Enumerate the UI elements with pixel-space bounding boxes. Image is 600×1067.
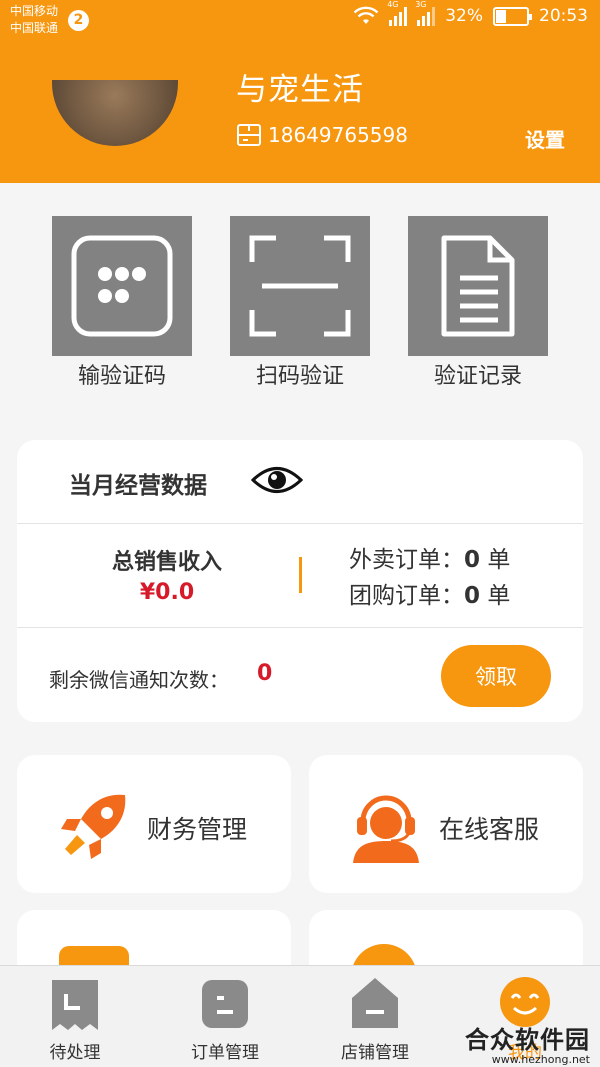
tab-pending[interactable]: 待处理 <box>0 966 150 1067</box>
wechat-notify-count: 0 <box>257 661 273 686</box>
claim-button[interactable]: 领取 <box>441 645 551 707</box>
store-icon <box>352 978 398 1028</box>
total-sales-label: 总销售收入 <box>111 550 222 575</box>
document-icon <box>441 235 515 337</box>
group-unit: 单 <box>487 583 511 609</box>
phone-row: 18649765598 <box>236 122 408 148</box>
online-service-card[interactable]: 在线客服 <box>309 755 583 893</box>
takeout-orders: 外卖订单：0 单 <box>349 542 510 578</box>
headset-agent-icon <box>353 795 419 863</box>
takeout-unit: 单 <box>487 547 511 573</box>
status-icons: 4G 3G 32% 20:53 <box>353 0 588 26</box>
carrier-2: 中国联通 <box>10 21 59 35</box>
wifi-icon <box>353 6 379 24</box>
scan-tile <box>230 216 370 356</box>
tab-label: 店铺管理 <box>341 1043 409 1063</box>
watermark-name: 合众软件园 <box>465 1026 590 1054</box>
monthly-title: 当月经营数据 <box>69 473 207 499</box>
carrier-1: 中国移动 <box>10 4 59 18</box>
keypad-icon <box>71 235 173 337</box>
eye-icon[interactable] <box>251 463 303 497</box>
separator-bar <box>299 557 302 593</box>
action-label: 扫码验证 <box>255 364 344 389</box>
header: 中国移动 中国联通 2 4G 3G 32% 20:53 与宠生活 1864976… <box>0 0 600 183</box>
settings-link[interactable]: 设置 <box>525 124 565 153</box>
group-count: 0 <box>464 583 481 609</box>
wechat-notify-label: 剩余微信通知次数： <box>49 668 229 692</box>
order-counts: 外卖订单：0 单 团购订单：0 单 <box>349 542 510 614</box>
order-icon <box>202 980 248 1028</box>
total-sales-value: ¥0.0 <box>139 580 195 605</box>
avatar[interactable] <box>52 80 178 146</box>
battery-icon <box>493 6 532 26</box>
action-scan-verify[interactable]: 扫码验证 <box>230 216 370 390</box>
rocket-icon <box>61 794 126 859</box>
takeout-label: 外卖订单： <box>349 547 464 573</box>
tab-store[interactable]: 店铺管理 <box>300 966 450 1067</box>
signal-2-group: 3G <box>415 0 436 26</box>
tab-label: 订单管理 <box>191 1043 259 1063</box>
action-label: 输验证码 <box>77 364 166 389</box>
phone-icon <box>237 124 261 146</box>
tab-label: 待处理 <box>49 1043 101 1063</box>
quick-actions: 输验证码 扫码验证 验证记录 <box>0 216 600 396</box>
battery-percent: 32% <box>445 6 483 26</box>
watermark: 合众软件园 www.hezhong.net <box>465 1020 590 1066</box>
carrier-info: 中国移动 中国联通 <box>10 3 58 37</box>
finance-label: 财务管理 <box>147 815 248 844</box>
signal-icon <box>389 6 408 26</box>
action-input-code[interactable]: 输验证码 <box>52 216 192 390</box>
divider <box>17 627 583 628</box>
scan-icon <box>249 235 351 337</box>
takeout-count: 0 <box>464 547 481 573</box>
group-label: 团购订单： <box>349 583 464 609</box>
action-verify-records[interactable]: 验证记录 <box>408 216 548 390</box>
keypad-tile <box>52 216 192 356</box>
signal-icon <box>417 6 436 26</box>
records-tile <box>408 216 548 356</box>
notification-badge: 2 <box>68 10 89 31</box>
action-label: 验证记录 <box>433 364 522 389</box>
group-orders: 团购订单：0 单 <box>349 578 510 614</box>
monthly-data-card: 当月经营数据 总销售收入 ¥0.0 外卖订单：0 单 团购订单：0 单 剩余微信… <box>17 440 583 722</box>
divider <box>17 523 583 524</box>
clock: 20:53 <box>539 6 588 26</box>
tab-orders[interactable]: 订单管理 <box>150 966 300 1067</box>
finance-management-card[interactable]: 财务管理 <box>17 755 291 893</box>
pending-icon <box>52 980 98 1030</box>
phone-number: 18649765598 <box>268 123 408 147</box>
network-1-label: 4G <box>387 0 399 9</box>
network-2-label: 3G <box>415 0 427 9</box>
signal-1-group: 4G <box>387 0 408 26</box>
service-label: 在线客服 <box>439 815 540 844</box>
